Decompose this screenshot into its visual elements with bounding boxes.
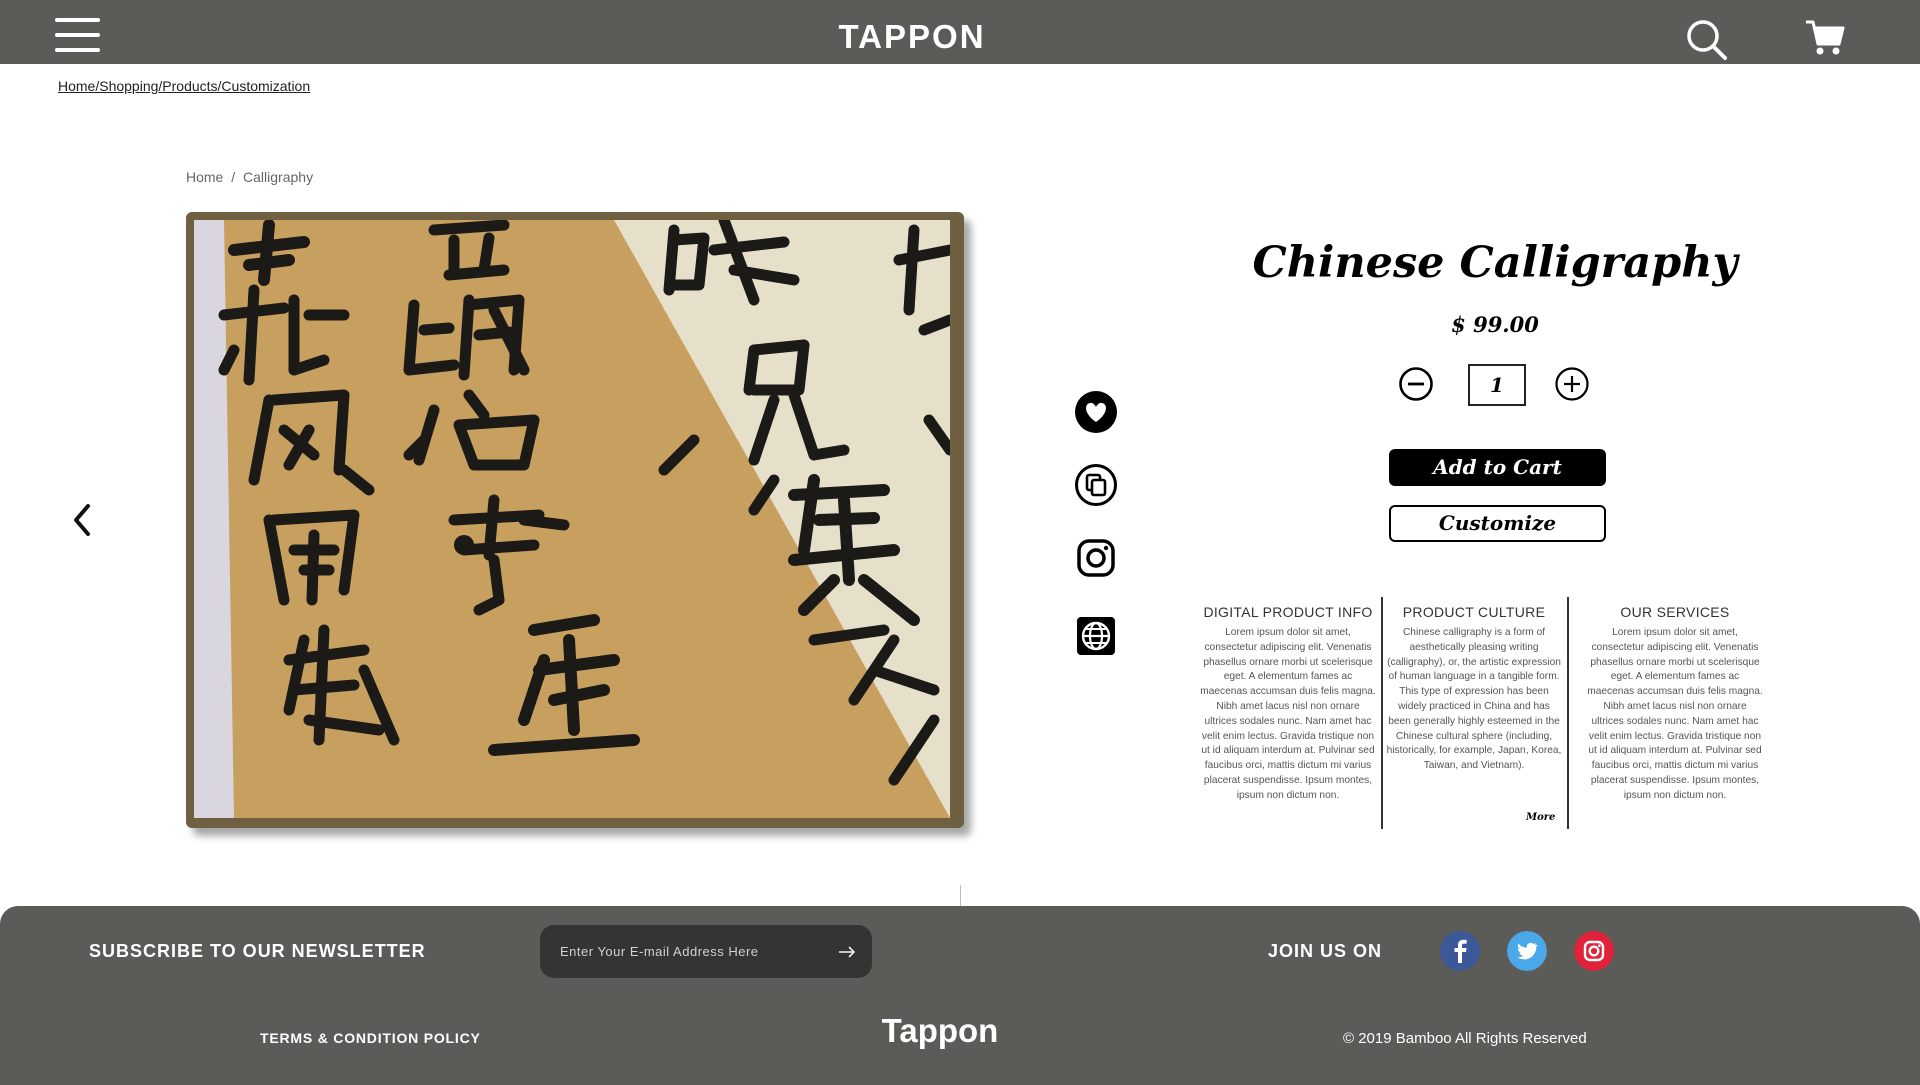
hamburger-menu-icon[interactable] <box>55 18 100 52</box>
info-column-culture: PRODUCT CULTURE Chinese calligraphy is a… <box>1386 604 1562 774</box>
column-divider <box>1381 597 1383 829</box>
column-divider <box>1567 597 1569 829</box>
newsletter-label: SUBSCRIBE TO OUR NEWSLETTER <box>89 941 426 961</box>
twitter-icon[interactable] <box>1507 931 1547 971</box>
info-body: Chinese calligraphy is a form of aesthet… <box>1386 627 1562 772</box>
chevron-left-icon[interactable] <box>66 500 96 540</box>
instagram-icon[interactable] <box>1574 931 1614 971</box>
more-link[interactable]: More <box>1526 812 1555 823</box>
info-heading: DIGITAL PRODUCT INFO <box>1203 604 1373 620</box>
info-column-services: OUR SERVICES Lorem ipsum dolor sit amet,… <box>1587 604 1763 804</box>
footer-logo: Tappon <box>881 1012 999 1049</box>
plus-circle-icon[interactable] <box>1554 366 1590 402</box>
info-heading: PRODUCT CULTURE <box>1402 604 1546 620</box>
search-icon[interactable] <box>1685 18 1729 62</box>
email-input[interactable] <box>560 940 820 962</box>
facebook-icon[interactable] <box>1440 931 1480 971</box>
product-title: Chinese Calligraphy <box>1252 238 1738 288</box>
newsletter-form <box>540 925 872 978</box>
breadcrumb-separator: / <box>231 169 236 185</box>
info-heading: OUR SERVICES <box>1620 604 1730 620</box>
arrow-right-icon[interactable] <box>836 941 858 963</box>
instagram-icon[interactable] <box>1074 536 1118 580</box>
copyright-text: © 2019 Bamboo All Rights Reserved <box>1343 1030 1587 1047</box>
info-body: Lorem ipsum dolor sit amet, consectetur … <box>1587 627 1763 801</box>
globe-icon[interactable] <box>1074 614 1118 658</box>
customize-button[interactable]: Customize <box>1389 505 1606 542</box>
product-price: $ 99.00 <box>1451 312 1539 337</box>
breadcrumb-top[interactable]: Home/Shopping/Products/Customization <box>58 78 310 94</box>
site-logo[interactable]: TAPPON <box>780 18 1044 56</box>
terms-link[interactable]: TERMS & CONDITION POLICY <box>260 1030 481 1046</box>
info-body: Lorem ipsum dolor sit amet, consectetur … <box>1200 627 1376 801</box>
footer: SUBSCRIBE TO OUR NEWSLETTER JOIN US ON T… <box>0 906 1920 1085</box>
minus-circle-icon[interactable] <box>1398 366 1434 402</box>
join-us-label: JOIN US ON <box>1268 941 1383 961</box>
quantity-input[interactable] <box>1468 364 1526 406</box>
add-to-cart-button[interactable]: Add to Cart <box>1389 449 1606 486</box>
breadcrumb-calligraphy[interactable]: Calligraphy <box>243 169 313 185</box>
breadcrumb-home[interactable]: Home <box>186 169 223 185</box>
product-image-frame <box>186 212 964 828</box>
heart-icon[interactable] <box>1074 390 1118 434</box>
info-column-digital: DIGITAL PRODUCT INFO Lorem ipsum dolor s… <box>1200 604 1376 804</box>
copy-icon[interactable] <box>1074 463 1118 507</box>
top-bar: TAPPON <box>0 0 1920 64</box>
shopping-cart-icon[interactable] <box>1805 18 1845 58</box>
breadcrumb: Home / Calligraphy <box>186 169 313 185</box>
product-photo <box>194 220 950 818</box>
